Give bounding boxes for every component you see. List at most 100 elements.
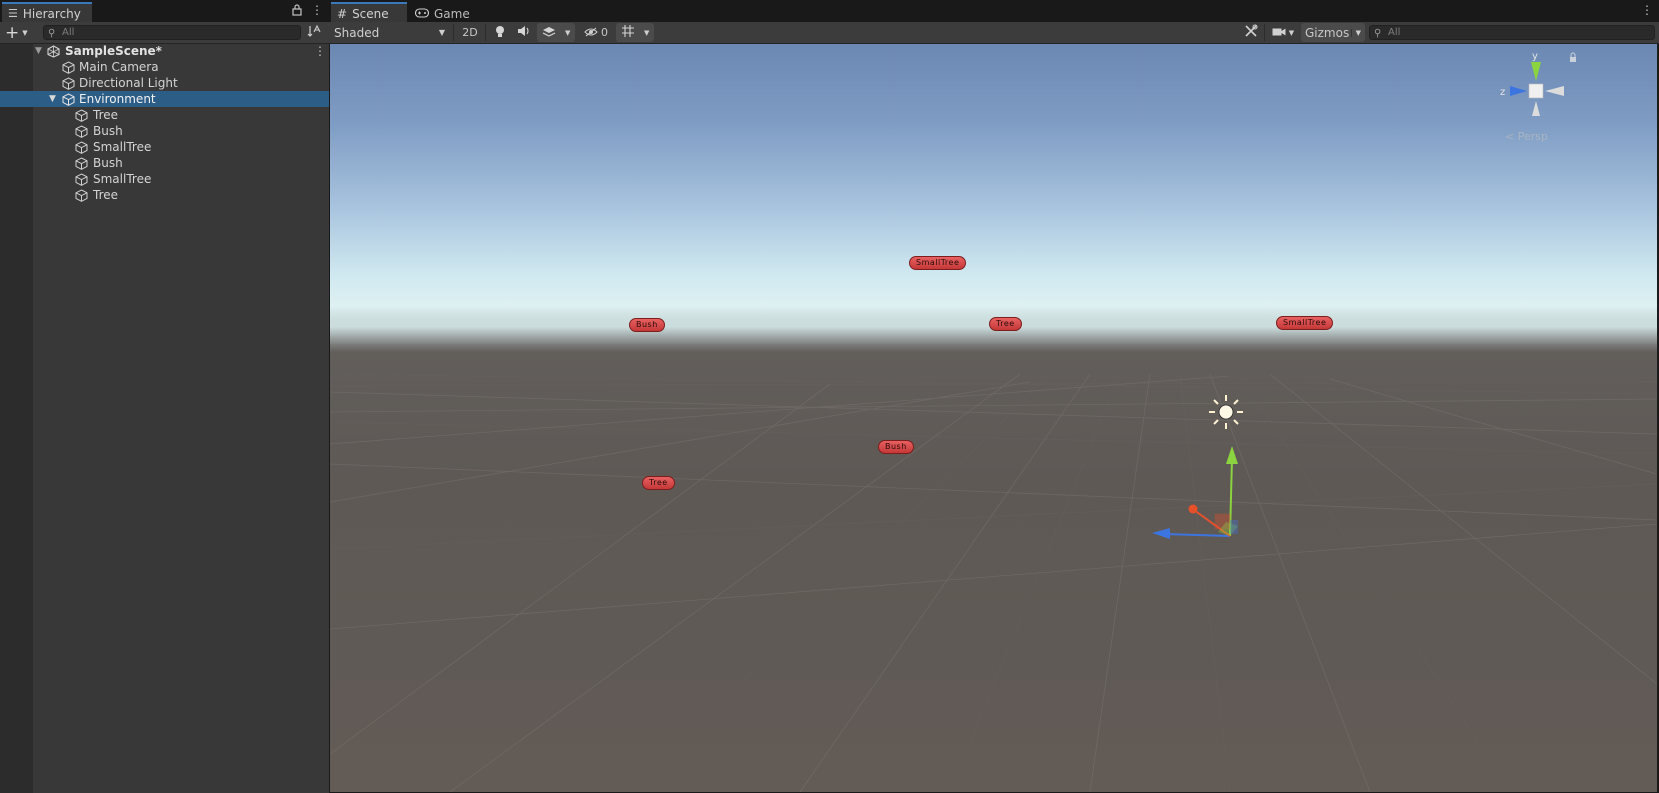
tree-item-label: SmallTree (93, 172, 152, 186)
gamepad-icon (414, 7, 430, 21)
scene-tabbar: # Scene Game ⋮ (329, 0, 1659, 22)
scene-grid (330, 373, 1657, 792)
scene-viewport[interactable]: SmallTree Bush Tree SmallTree Bush Tree (330, 44, 1658, 792)
lighting-toggle-button[interactable] (489, 23, 511, 42)
transform-move-gizmo[interactable] (1148, 444, 1258, 554)
tree-item-smalltree[interactable]: SmallTree (0, 171, 329, 187)
tree-item-bush[interactable]: Bush (0, 123, 329, 139)
lightbulb-icon (495, 25, 505, 41)
chevron-down-icon: ▼ (22, 28, 28, 37)
gameobject-cube-icon (75, 141, 88, 154)
scene-label-smalltree[interactable]: SmallTree (909, 256, 967, 270)
kebab-menu-icon[interactable]: ⋮ (311, 3, 323, 17)
tree-item-label: Tree (93, 108, 119, 122)
tree-item-label: Directional Light (79, 76, 178, 90)
grid-dropdown-button[interactable]: ▼ (616, 23, 654, 42)
tree-item-samplescene[interactable]: ▼ SampleScene* ⋮ (0, 43, 329, 59)
chevron-down-icon: ▼ (564, 28, 571, 37)
tree-item-directional-light[interactable]: Directional Light (0, 75, 329, 91)
gizmos-dropdown-button[interactable]: Gizmos ▼ (1301, 23, 1365, 42)
add-object-button[interactable]: + ▼ (5, 24, 33, 41)
scene-label-smalltree[interactable]: SmallTree (1276, 316, 1334, 330)
scene-search-input[interactable]: ⚲ All (1369, 25, 1655, 40)
hidden-count: 0 (601, 26, 608, 39)
scene-toolbar: Shaded ▼ 2D ▼ 0 ▼ ▼ Gizmos ▼ ⚲ All (329, 22, 1659, 44)
tab-game[interactable]: Game (409, 2, 475, 22)
toolbar-separator (485, 24, 486, 41)
projection-toggle[interactable]: < Persp (1505, 130, 1548, 143)
gizmos-label: Gizmos (1305, 25, 1350, 40)
plus-icon: + (5, 22, 20, 43)
tree-item-label: Main Camera (79, 60, 159, 74)
tree-item-label: SmallTree (93, 140, 152, 154)
tree-item-environment[interactable]: ▼ Environment (0, 91, 329, 107)
hierarchy-panel: ☰ Hierarchy ⋮ + ▼ ⚲ All ▼ SampleScene* ⋮ (0, 0, 329, 793)
toolbar-separator (453, 24, 454, 41)
sun-icon[interactable] (1206, 392, 1246, 432)
gameobject-cube-icon (62, 93, 75, 106)
toggle-2d-button[interactable]: 2D (458, 23, 482, 42)
grid-icon (621, 24, 635, 41)
speaker-icon (517, 25, 531, 40)
tree-item-label: Bush (93, 156, 123, 170)
sort-icon[interactable] (307, 24, 321, 41)
chevron-down-icon: ▼ (1288, 28, 1295, 37)
scene-kebab-icon[interactable]: ⋮ (314, 43, 326, 59)
gameobject-cube-icon (75, 173, 88, 186)
tree-item-label: SampleScene* (65, 44, 162, 58)
gameobject-cube-icon (75, 189, 88, 202)
foldout-expanded-icon[interactable]: ▼ (35, 43, 42, 59)
scene-panel: # Scene Game ⋮ Shaded ▼ 2D ▼ 0 ▼ ▼ Gizmo… (329, 0, 1659, 793)
gameobject-cube-icon (75, 157, 88, 170)
tree-item-label: Tree (93, 188, 119, 202)
camera-settings-button[interactable]: ▼ (1268, 23, 1298, 42)
search-icon: ⚲ (48, 28, 56, 39)
effects-dropdown-button[interactable]: ▼ (537, 23, 575, 42)
scene-visibility-button[interactable]: 0 (579, 23, 613, 42)
scene-search-placeholder: All (1388, 27, 1401, 38)
search-icon: ⚲ (1374, 28, 1382, 39)
shading-mode-dropdown[interactable]: Shaded ▼ (331, 23, 451, 42)
toolbar-separator (1264, 24, 1265, 41)
tree-item-smalltree[interactable]: SmallTree (0, 139, 329, 155)
shading-mode-value: Shaded (334, 25, 380, 40)
list-icon: ☰ (8, 7, 18, 20)
scene-label-bush[interactable]: Bush (629, 318, 665, 332)
scene-label-tree[interactable]: Tree (989, 317, 1022, 331)
gameobject-cube-icon (75, 125, 88, 138)
tree-item-tree[interactable]: Tree (0, 187, 329, 203)
hierarchy-toolbar: + ▼ ⚲ All (0, 22, 329, 44)
gameobject-cube-icon (62, 61, 75, 74)
kebab-menu-icon[interactable]: ⋮ (1641, 3, 1653, 17)
scene-label-bush[interactable]: Bush (878, 440, 914, 454)
axis-z-label: z (1500, 87, 1505, 98)
lock-icon[interactable] (292, 4, 302, 19)
wrench-icon (1244, 24, 1258, 41)
hierarchy-search-placeholder: All (62, 27, 75, 38)
gameobject-cube-icon (75, 109, 88, 122)
toggle-2d-label: 2D (462, 26, 478, 39)
tools-button[interactable] (1240, 23, 1262, 42)
tab-scene[interactable]: # Scene (331, 2, 407, 22)
hierarchy-search-input[interactable]: ⚲ All (43, 25, 301, 40)
tab-game-label: Game (434, 6, 470, 21)
orientation-gizmo[interactable]: y z (1490, 48, 1580, 128)
tree-item-bush[interactable]: Bush (0, 155, 329, 171)
video-camera-icon (1272, 26, 1286, 40)
layers-effects-icon (542, 25, 556, 40)
scene-label-tree[interactable]: Tree (642, 476, 675, 490)
eye-hidden-icon (584, 26, 598, 40)
chevron-down-icon: ▼ (643, 28, 650, 37)
tab-hierarchy-label: Hierarchy (22, 6, 81, 21)
grid-hash-icon: # (337, 6, 348, 21)
foldout-expanded-icon[interactable]: ▼ (49, 91, 56, 107)
tab-hierarchy[interactable]: ☰ Hierarchy (2, 2, 92, 22)
tree-item-tree[interactable]: Tree (0, 107, 329, 123)
lock-icon[interactable] (1570, 52, 1576, 62)
tree-item-main-camera[interactable]: Main Camera (0, 59, 329, 75)
gameobject-cube-icon (62, 77, 75, 90)
hierarchy-tabbar: ☰ Hierarchy ⋮ (0, 0, 329, 23)
tree-item-label: Environment (79, 92, 156, 106)
axis-y-label: y (1532, 51, 1538, 62)
audio-toggle-button[interactable] (513, 23, 535, 42)
